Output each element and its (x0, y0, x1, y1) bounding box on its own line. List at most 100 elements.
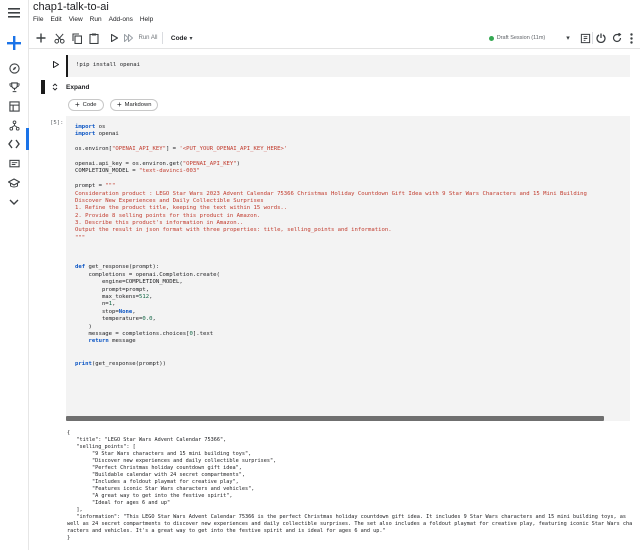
learn-icon[interactable] (7, 176, 21, 190)
output-line: { (67, 430, 71, 436)
code-editor[interactable]: import os import openai os.environ["OPENA… (75, 124, 587, 368)
more-chevron-down-icon[interactable] (7, 195, 21, 209)
output-line: "Ideal for ages 6 and up" (67, 500, 171, 506)
cpu-settings-icon[interactable] (579, 31, 591, 45)
active-nav-indicator (26, 128, 29, 150)
output-line: "title": "LEGO Star Wars Advent Calendar… (67, 437, 227, 443)
output-line: "A great way to get into the festive spi… (67, 493, 233, 499)
discussion-icon[interactable] (7, 157, 21, 171)
plus-icon: + (117, 100, 122, 109)
output-line: "Features iconic Star Wars characters an… (67, 486, 255, 492)
menu-add-ons[interactable]: Add-ons (109, 16, 133, 23)
output-line: "information": "This LEGO Star Wars Adve… (67, 514, 627, 520)
code-line: openai.api_key = os.environ.get("OPENAI_… (75, 160, 241, 167)
table-icon[interactable] (7, 99, 21, 113)
more-options-icon[interactable] (627, 31, 635, 45)
code-line: def get_response(prompt): (75, 264, 160, 271)
add-code-cell-button[interactable]: + Code (68, 99, 104, 111)
run-cell-button[interactable] (51, 59, 61, 69)
output-line: "Discover new experiences and daily coll… (67, 458, 277, 464)
output-line: "Buildable calendar with 24 secret compa… (67, 472, 246, 478)
cut-scissors-icon[interactable] (53, 31, 65, 45)
cell-source: !pip install openai (76, 62, 140, 68)
code-line: Consideration product : LEGO Star Wars 2… (75, 190, 587, 197)
code-line: 1. Refine the product title, keeping the… (75, 205, 288, 212)
code-line: 3. Describe this product's information i… (75, 220, 244, 227)
run-all-fast-forward-icon[interactable] (123, 31, 133, 45)
output-line: racters and vehicles. It's a great way t… (67, 528, 386, 534)
cell-collapse-bar[interactable] (41, 80, 45, 94)
output-line: "9 Star Wars characters and 15 mini buil… (67, 451, 252, 457)
add-code-label: Code (82, 102, 97, 108)
restart-icon[interactable] (611, 31, 623, 45)
code-line: ) (75, 323, 92, 330)
copy-icon[interactable] (71, 31, 83, 45)
session-status-label: Draft Session (11m) (496, 35, 546, 41)
run-cell-play-icon[interactable] (109, 31, 119, 45)
code-line: import os (75, 124, 106, 130)
plus-icon: + (75, 100, 80, 109)
notebook-title[interactable]: chap1-talk-to-ai (33, 1, 109, 13)
code-line: max_tokens=512, (75, 293, 153, 300)
code-line: temperature=0.0, (75, 316, 156, 323)
output-line: "selling_points": [ (67, 444, 136, 450)
session-dropdown-icon[interactable]: ▾ (563, 31, 573, 45)
cell-type-select[interactable]: Code (169, 31, 189, 45)
code-line: """ (75, 234, 86, 241)
code-line: stop=None, (75, 308, 136, 315)
power-icon[interactable] (595, 31, 607, 45)
paste-clipboard-icon[interactable] (88, 31, 100, 45)
menu-help[interactable]: Help (140, 16, 153, 23)
code-line: message = completions.choices[0].text (75, 330, 214, 337)
menu-file[interactable]: File (33, 16, 43, 23)
code-line: os.environ["OPENAI_API_KEY"] = '<PUT_YOU… (75, 146, 288, 153)
session-status[interactable]: Draft Session (11m) (474, 31, 560, 45)
expand-chevrons-icon[interactable] (52, 83, 58, 93)
code-icon[interactable] (7, 137, 21, 151)
output-line: "Includes a foldout playmat for creative… (67, 479, 239, 485)
trophy-icon[interactable] (7, 80, 21, 94)
toolbar-divider (162, 32, 163, 44)
code-line: import openai (75, 131, 119, 138)
menu-view[interactable]: View (69, 16, 83, 23)
left-rail (0, 0, 29, 550)
menu-bar: File Edit View Run Add-ons Help (33, 16, 153, 23)
expand-label[interactable]: Expand (66, 84, 89, 91)
compass-icon[interactable] (7, 61, 21, 75)
add-markdown-label: Markdown (124, 102, 152, 108)
output-line: ], (67, 507, 83, 513)
menu-edit[interactable]: Edit (50, 16, 61, 23)
code-line: return message (88, 338, 136, 345)
code-line: Output the result in json format with th… (75, 227, 392, 234)
output-line: } (67, 535, 71, 541)
hamburger-menu-icon[interactable] (7, 6, 21, 20)
output-line: well as 24 secret compartments to discov… (67, 521, 633, 527)
code-cell-main[interactable]: import os import openai os.environ["OPENA… (66, 116, 630, 421)
notebook-toolbar: Run All Code ▾ Draft Session (11m) ▾ (29, 28, 640, 49)
menu-run[interactable]: Run (90, 16, 102, 23)
code-line: prompt=prompt, (75, 286, 150, 293)
code-line: print(get_response(prompt)) (75, 360, 166, 367)
code-line: COMPLETION_MODEL = "text-davinci-003" (75, 168, 200, 175)
run-all-label[interactable]: Run All (137, 31, 159, 45)
session-status-dot-icon (488, 35, 494, 41)
toolbar-divider (592, 32, 593, 44)
add-cell-plus-icon[interactable] (35, 31, 47, 45)
code-line: 2. Provide 8 selling points for this pro… (75, 212, 261, 219)
horizontal-scrollbar[interactable] (66, 416, 604, 421)
cell-type-dropdown-icon[interactable]: ▾ (187, 31, 195, 45)
create-plus-icon[interactable] (5, 34, 23, 52)
add-markdown-cell-button[interactable]: + Markdown (110, 99, 159, 111)
models-icon[interactable] (7, 118, 21, 132)
code-line: n=1, (75, 301, 116, 308)
code-cell-pip-install[interactable]: !pip install openai (66, 55, 630, 77)
cell-output: { "title": "LEGO Star Wars Advent Calend… (67, 430, 632, 542)
